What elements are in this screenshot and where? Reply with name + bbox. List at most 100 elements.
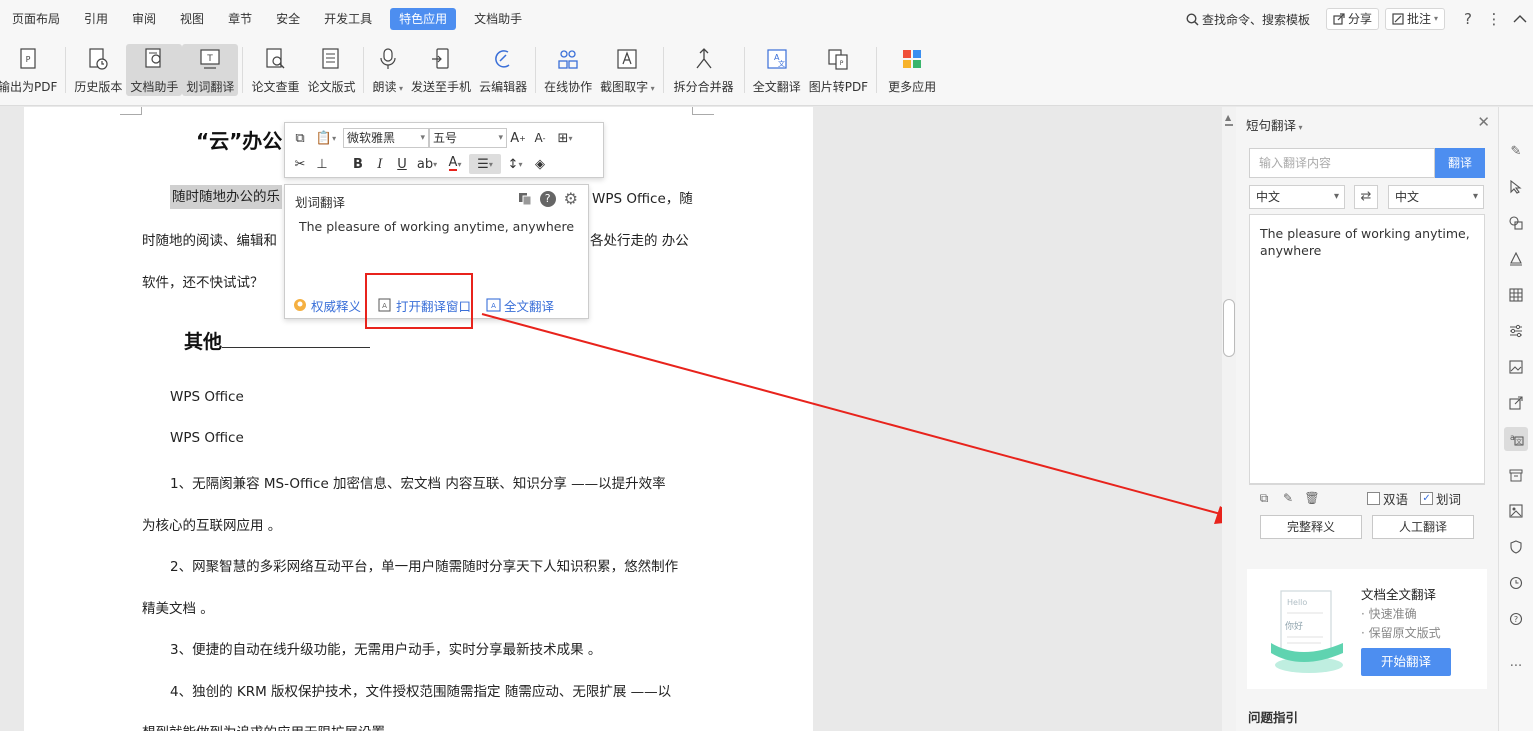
line-spacing-icon[interactable]: ↕ ▾ xyxy=(501,154,529,174)
menu-security[interactable]: 安全 xyxy=(264,8,312,30)
translate-button[interactable]: 翻译 xyxy=(1435,148,1485,178)
paragraph-line: 为核心的互联网应用 。 xyxy=(142,518,282,534)
shapes-icon[interactable] xyxy=(1507,214,1525,232)
history-icon[interactable] xyxy=(1507,574,1525,592)
picture-frame-icon[interactable] xyxy=(1507,502,1525,520)
align-icon[interactable]: ☰ ▾ xyxy=(469,154,501,174)
edit-doc-icon[interactable]: ✎ xyxy=(1279,491,1297,507)
format-painter-icon[interactable]: ⊥ xyxy=(311,154,333,174)
image-to-pdf-button[interactable]: P 图片转PDF xyxy=(805,44,872,96)
table-icon[interactable] xyxy=(1507,286,1525,304)
menu-references[interactable]: 引用 xyxy=(72,8,120,30)
underline-icon[interactable]: U xyxy=(391,154,413,174)
cloud-editor-button[interactable]: 云编辑器 xyxy=(475,44,531,96)
comment-button[interactable]: 批注 ▾ xyxy=(1384,8,1445,30)
selected-text[interactable]: 随时随地办公的乐 xyxy=(170,185,282,209)
decrease-font-icon[interactable]: A- xyxy=(529,128,551,148)
bilingual-checkbox[interactable]: 双语 xyxy=(1367,489,1408,508)
shield-icon[interactable] xyxy=(1507,538,1525,556)
italic-icon[interactable]: I xyxy=(369,154,391,174)
text-effect-icon[interactable]: ⊞ ▾ xyxy=(551,128,579,148)
collapse-ribbon-icon[interactable] xyxy=(1507,14,1533,24)
more-apps-button[interactable]: 更多应用 xyxy=(881,44,943,96)
highlight-icon[interactable]: ab ▾ xyxy=(413,154,441,174)
authority-definition-link[interactable]: 权威释义 xyxy=(293,296,361,315)
menu-developer[interactable]: 开发工具 xyxy=(312,8,384,30)
copy-icon[interactable] xyxy=(518,192,532,206)
translate-input[interactable]: 输入翻译内容 xyxy=(1249,148,1435,178)
image-icon[interactable] xyxy=(1507,358,1525,376)
translate-illustration: Hello 你好 xyxy=(1261,583,1351,675)
ocr-button[interactable]: 截图取字 ▾ xyxy=(596,44,659,96)
archive-icon[interactable] xyxy=(1507,466,1525,484)
paper-format-button[interactable]: 论文版式 xyxy=(303,44,359,96)
bold-icon[interactable]: B xyxy=(347,154,369,174)
start-translate-button[interactable]: 开始翻译 xyxy=(1361,648,1451,676)
doc-assistant-button[interactable]: 文档助手 xyxy=(126,44,183,96)
ink-icon[interactable] xyxy=(1507,250,1525,268)
pen-icon[interactable]: ✎ xyxy=(1507,142,1525,160)
plagiarism-check-button[interactable]: 论文查重 xyxy=(247,44,303,96)
document-area[interactable]: “云”办公 随时随地办公的乐 WPS Office，随 时随地的阅读、编辑和 各… xyxy=(0,107,1222,731)
menubar-right: 查找命令、搜索模板 分享 批注 ▾ ? ⋮ xyxy=(1176,0,1533,38)
help-icon[interactable]: ? xyxy=(539,191,556,207)
send-to-phone-label: 发送至手机 xyxy=(411,80,472,94)
read-aloud-button[interactable]: 朗读 ▾ xyxy=(368,44,407,96)
history-version-button[interactable]: 历史版本 xyxy=(70,44,126,96)
send-to-phone-button[interactable]: 发送至手机 xyxy=(407,44,475,96)
online-collaboration-button[interactable]: 在线协作 xyxy=(540,44,596,96)
font-family-select[interactable]: 微软雅黑 xyxy=(343,128,429,148)
translate-icon[interactable]: a文 xyxy=(1504,427,1528,451)
help-guide-heading[interactable]: 问题指引 xyxy=(1248,707,1298,726)
menu-page-layout[interactable]: 页面布局 xyxy=(0,8,72,30)
more-horizontal-icon[interactable]: ··· xyxy=(1507,657,1525,675)
paste-icon[interactable]: 📋 ▾ xyxy=(311,128,341,148)
export-pdf-button[interactable]: P 输出为PDF xyxy=(0,44,61,96)
menu-review[interactable]: 审阅 xyxy=(120,8,168,30)
paragraph-line[interactable]: 随时随地办公的乐 xyxy=(170,185,282,209)
send-to-phone-icon xyxy=(429,47,453,71)
clear-format-icon[interactable]: ◈ xyxy=(529,154,551,174)
full-translate-label: 全文翻译 xyxy=(752,80,801,94)
word-translate-button[interactable]: T 划词翻译 xyxy=(182,44,239,96)
paragraph-line: WPS Office xyxy=(170,430,244,446)
gear-icon[interactable]: ⚙ xyxy=(564,191,578,207)
cursor-icon[interactable] xyxy=(1507,178,1525,196)
toolbar-separator xyxy=(363,47,365,93)
scrollbar-thumb[interactable] xyxy=(1223,299,1235,357)
full-translate-button[interactable]: A文 全文翻译 xyxy=(749,44,805,96)
share-button[interactable]: 分享 xyxy=(1325,8,1379,30)
select-word-checkbox[interactable]: ✓ 划词 xyxy=(1420,489,1461,508)
share-icon[interactable] xyxy=(1507,394,1525,412)
menu-chapter[interactable]: 章节 xyxy=(216,8,264,30)
mini-format-toolbar: ⧉ 📋▾ 微软雅黑 五号 A+ A- ⊞▾ ✂ ⊥ B I U ab▾ A▾ ☰… xyxy=(284,122,604,178)
cut-icon[interactable]: ✂ xyxy=(289,154,311,174)
panel-title[interactable]: 短句翻译 ▾ xyxy=(1246,115,1303,134)
full-definition-button[interactable]: 完整释义 xyxy=(1260,515,1362,539)
annotation-box xyxy=(365,273,473,329)
menu-special-apps[interactable]: 特色应用 xyxy=(390,8,457,30)
swap-language-icon[interactable]: ⇄ xyxy=(1354,185,1378,209)
split-merge-button[interactable]: 拆分合并器 xyxy=(668,44,740,96)
full-translate-link[interactable]: A 全文翻译 xyxy=(486,296,554,315)
human-translation-button[interactable]: 人工翻译 xyxy=(1372,515,1474,539)
sliders-icon[interactable] xyxy=(1507,322,1525,340)
copy-icon[interactable]: ⧉ xyxy=(289,128,311,148)
menu-doc-assistant[interactable]: 文档助手 xyxy=(462,8,534,30)
document-scrollbar[interactable]: ▲ xyxy=(1222,107,1236,731)
copy-icon[interactable]: ⧉ xyxy=(1255,491,1273,507)
more-vertical-icon[interactable]: ⋮ xyxy=(1481,10,1507,28)
help-icon[interactable]: ? xyxy=(1455,10,1481,28)
menu-view[interactable]: 视图 xyxy=(168,8,216,30)
close-icon[interactable]: ✕ xyxy=(1477,113,1490,131)
increase-font-icon[interactable]: A + xyxy=(507,128,529,148)
trash-icon[interactable]: 🗑 xyxy=(1303,491,1321,507)
target-language-select[interactable]: 中文 xyxy=(1388,185,1484,209)
scroll-up-icon[interactable]: ▲ xyxy=(1225,113,1231,122)
source-language-select[interactable]: 中文 xyxy=(1249,185,1345,209)
search-command[interactable]: 查找命令、搜索模板 xyxy=(1176,11,1320,28)
font-size-select[interactable]: 五号 xyxy=(429,128,507,148)
help-icon[interactable]: ? xyxy=(1507,610,1525,628)
select-word-label: 划词 xyxy=(1436,492,1462,507)
font-color-icon[interactable]: A ▾ xyxy=(441,154,469,174)
